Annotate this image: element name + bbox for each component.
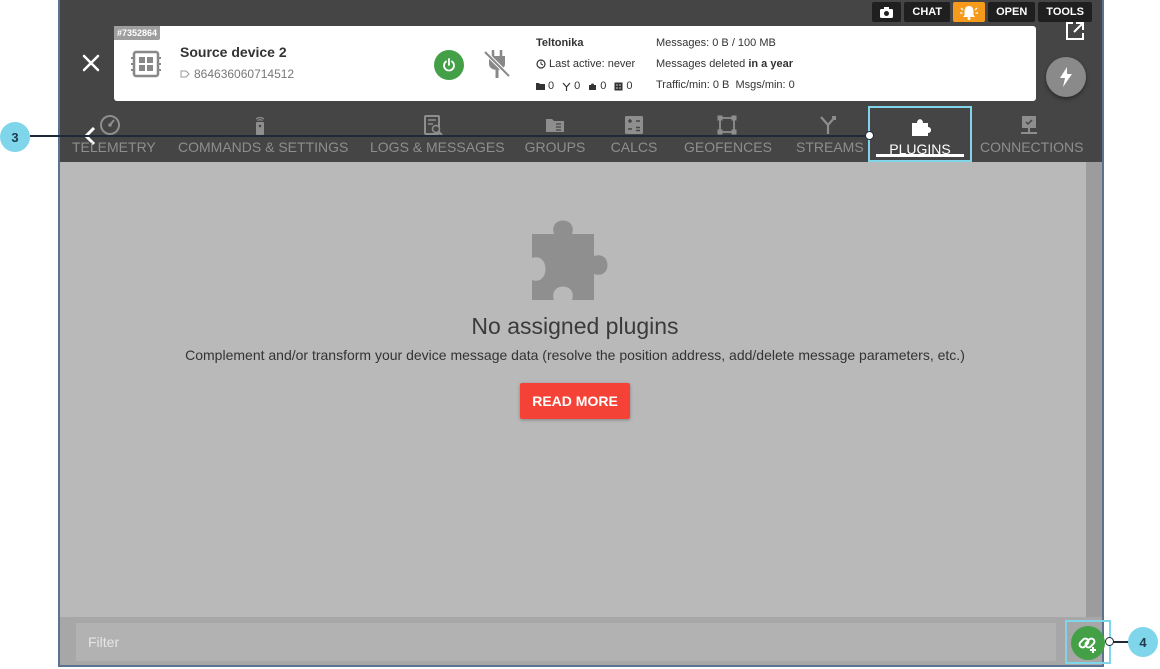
callout-3-line xyxy=(30,135,870,137)
calculator-icon xyxy=(625,116,643,134)
screenshot-button[interactable] xyxy=(872,2,902,22)
power-button[interactable] xyxy=(434,50,464,80)
calculator-icon xyxy=(614,82,623,90)
puzzle-icon xyxy=(589,83,597,90)
device-id-badge: #7352864 xyxy=(114,26,161,40)
messages-deleted: Messages deleted in a year xyxy=(656,58,793,70)
plugins-counter: 0 xyxy=(588,80,606,92)
callout-3-dot xyxy=(865,131,874,140)
calcs-counter: 0 xyxy=(614,80,633,92)
tab-calcs[interactable]: CALCS xyxy=(608,106,660,162)
messages-storage: Messages: 0 B / 100 MB xyxy=(656,37,776,49)
content-scrollbar[interactable] xyxy=(1086,162,1102,617)
filter-input[interactable]: Filter xyxy=(76,623,1056,661)
camera-icon xyxy=(880,6,894,18)
last-active: Last active: never xyxy=(536,58,635,70)
callout-3: 3 xyxy=(0,122,30,152)
device-protocol: Teltonika xyxy=(536,37,584,49)
open-button[interactable]: OPEN xyxy=(988,2,1036,22)
puzzle-placeholder-icon xyxy=(532,220,608,300)
folder-icon xyxy=(546,119,564,132)
device-imei: 864636060714512 xyxy=(180,67,294,81)
add-plugin-button[interactable] xyxy=(1071,626,1105,660)
clock-icon xyxy=(536,59,546,69)
chat-button[interactable]: CHAT xyxy=(904,2,951,22)
tab-telemetry[interactable]: TELEMETRY xyxy=(72,106,156,162)
tab-groups[interactable]: GROUPS xyxy=(524,106,586,162)
link-add-icon xyxy=(1078,637,1096,653)
folder-icon xyxy=(536,83,545,90)
plug-off-icon xyxy=(483,50,511,78)
empty-state-description: Complement and/or transform your device … xyxy=(185,347,965,363)
device-header: CHAT OPEN TOOLS #7352864 Source device 2… xyxy=(60,0,1102,162)
tab-bar: TELEMETRY COMMANDS & SETTINGS LOGS & MES… xyxy=(60,106,1102,162)
device-card: #7352864 Source device 2 864636060714512 xyxy=(114,26,1036,101)
tools-button[interactable]: TOOLS xyxy=(1038,2,1092,22)
power-icon xyxy=(443,58,455,72)
remote-icon xyxy=(255,116,265,135)
quick-actions-button[interactable] xyxy=(1046,57,1086,97)
alarm-icon xyxy=(960,6,979,20)
streams-counter: 0 xyxy=(562,80,580,92)
active-tab-indicator xyxy=(876,154,964,157)
connections-icon xyxy=(1021,116,1037,134)
top-toolbar: CHAT OPEN TOOLS xyxy=(872,2,1092,22)
read-more-button[interactable]: READ MORE xyxy=(520,383,630,419)
device-counters: 0 0 0 0 xyxy=(536,80,633,92)
tab-connections[interactable]: CONNECTIONS xyxy=(980,106,1083,162)
groups-counter: 0 xyxy=(536,80,554,92)
geofence-icon xyxy=(717,115,737,135)
gauge-icon xyxy=(100,115,120,135)
log-search-icon xyxy=(424,115,443,136)
tab-plugins[interactable]: PLUGINS xyxy=(868,106,972,162)
bottom-bar: Filter xyxy=(60,617,1102,665)
tag-icon xyxy=(180,70,190,78)
stream-icon xyxy=(562,82,571,91)
callout-4-dot xyxy=(1105,637,1114,646)
device-panel: CHAT OPEN TOOLS #7352864 Source device 2… xyxy=(58,0,1104,667)
empty-state-title: No assigned plugins xyxy=(471,313,679,339)
callout-4: 4 xyxy=(1128,627,1158,657)
imei-value: 864636060714512 xyxy=(194,67,295,81)
tab-logs-messages[interactable]: LOGS & MESSAGES xyxy=(370,106,505,162)
lightning-icon xyxy=(1060,67,1072,87)
open-external-icon[interactable] xyxy=(1064,20,1086,42)
close-icon[interactable] xyxy=(78,48,104,78)
puzzle-icon xyxy=(912,119,931,136)
alarm-button[interactable] xyxy=(953,2,986,22)
stream-icon xyxy=(820,116,836,134)
device-chip-icon xyxy=(131,50,161,78)
tab-geofences[interactable]: GEOFENCES xyxy=(684,106,772,162)
traffic-stats: Traffic/min: 0 B Msgs/min: 0 xyxy=(656,79,795,91)
device-name: Source device 2 xyxy=(180,44,287,60)
tab-streams[interactable]: STREAMS xyxy=(796,106,864,162)
tab-commands-settings[interactable]: COMMANDS & SETTINGS xyxy=(178,106,348,162)
